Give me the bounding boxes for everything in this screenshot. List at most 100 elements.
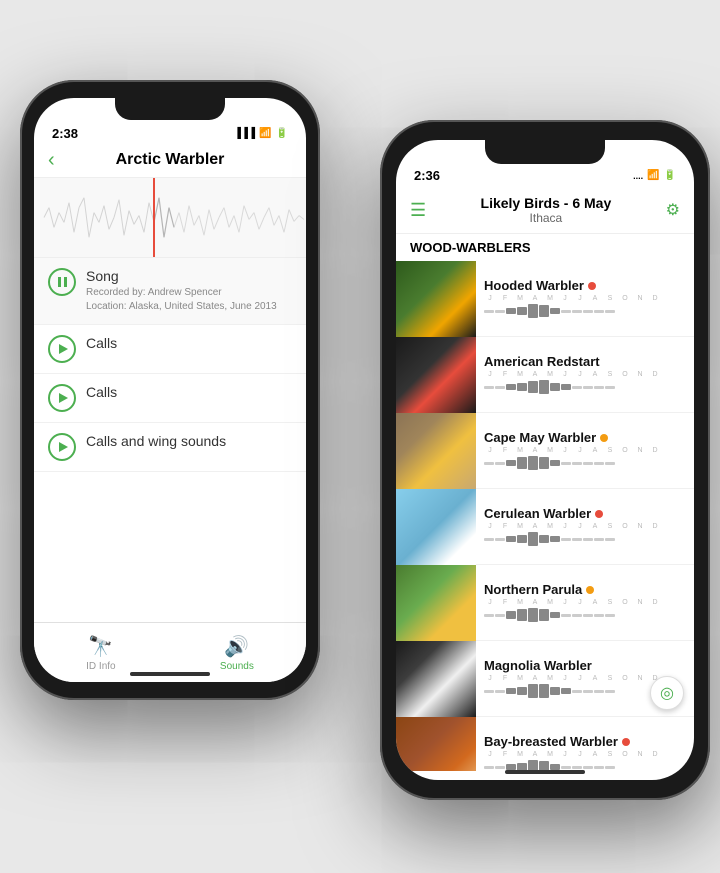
freq-bar: [528, 456, 538, 470]
month-letter: M: [544, 599, 556, 606]
hamburger-icon[interactable]: ☰: [410, 201, 426, 219]
freq-bar: [605, 690, 615, 693]
freq-bar: [572, 614, 582, 617]
freq-bar: [594, 690, 604, 693]
freq-bar: [528, 532, 538, 546]
right-phone: 2:36 .... 📶 🔋 ☰ Likely Birds - 6 May Ith…: [380, 120, 710, 800]
month-letters: JFMAMJJASOND: [484, 751, 686, 758]
back-button[interactable]: ‹: [48, 149, 55, 172]
month-letter: J: [484, 599, 496, 606]
freq-bar: [550, 536, 560, 542]
month-letter: A: [589, 599, 601, 606]
freq-bar: [561, 384, 571, 390]
month-letter: J: [574, 675, 586, 682]
freq-bar: [517, 457, 527, 468]
bird-name: Magnolia Warbler: [484, 658, 592, 673]
calls-track-1[interactable]: Calls: [34, 325, 306, 374]
freq-bar: [506, 384, 516, 390]
wing-sounds-label: Calls and wing sounds: [86, 433, 292, 449]
status-dot: [586, 586, 594, 594]
month-letter: A: [589, 751, 601, 758]
month-letter: N: [634, 447, 646, 454]
freq-bar: [506, 460, 516, 466]
bird-name-row: Cape May Warbler: [484, 430, 686, 445]
freq-bar: [594, 462, 604, 465]
right-wifi-icon: 📶: [647, 170, 659, 181]
month-letter: D: [649, 599, 661, 606]
month-letter: F: [499, 447, 511, 454]
freq-bar: [605, 766, 615, 769]
freq-bar: [506, 308, 516, 314]
play-button-1[interactable]: [48, 335, 76, 363]
frequency-bars: [484, 379, 686, 395]
location-icon: ◎: [660, 683, 674, 703]
pause-button[interactable]: [48, 268, 76, 296]
bird-photo: [396, 641, 476, 717]
month-letter: S: [604, 751, 616, 758]
bird-photo: [396, 565, 476, 641]
month-letter: M: [514, 523, 526, 530]
month-letters: JFMAMJJASOND: [484, 523, 686, 530]
song-label: Song: [86, 268, 292, 284]
filter-icon[interactable]: ⚙: [666, 200, 680, 220]
month-letter: F: [499, 751, 511, 758]
bird-name-row: Northern Parula: [484, 582, 686, 597]
freq-bar: [561, 766, 571, 769]
month-letter: M: [544, 295, 556, 302]
header-center: Likely Birds - 6 May Ithaca: [481, 195, 612, 225]
freq-bar: [572, 538, 582, 541]
status-dot: [595, 510, 603, 518]
freq-bar: [506, 764, 516, 770]
month-letter: M: [514, 751, 526, 758]
month-letter: J: [484, 371, 496, 378]
right-main-title: Likely Birds - 6 May: [481, 195, 612, 211]
sounds-icon: 🔊: [224, 634, 249, 659]
month-letter: F: [499, 371, 511, 378]
freq-bar: [517, 535, 527, 543]
freq-bar: [583, 462, 593, 465]
bird-name: Bay-breasted Warbler: [484, 734, 618, 749]
freq-bar: [539, 535, 549, 543]
freq-bar: [561, 614, 571, 617]
freq-bar: [495, 690, 505, 693]
freq-bar: [539, 609, 549, 620]
bird-photo: [396, 337, 476, 413]
left-header: ‹ Arctic Warbler: [34, 147, 306, 178]
month-letter: S: [604, 675, 616, 682]
location-fab[interactable]: ◎: [650, 676, 684, 710]
freq-bar: [528, 684, 538, 698]
list-item[interactable]: Cape May WarblerJFMAMJJASOND: [396, 413, 694, 489]
list-item[interactable]: Hooded WarblerJFMAMJJASOND: [396, 261, 694, 337]
play-button-3[interactable]: [48, 433, 76, 461]
left-screen: 2:38 ▐▐▐ 📶 🔋 ‹ Arctic Warbler: [34, 98, 306, 682]
freq-bar: [550, 764, 560, 770]
month-letter: S: [604, 447, 616, 454]
list-item[interactable]: Cerulean WarblerJFMAMJJASOND: [396, 489, 694, 565]
month-letter: J: [484, 675, 496, 682]
freq-bar: [561, 538, 571, 541]
freq-bar: [572, 386, 582, 389]
month-letter: F: [499, 599, 511, 606]
list-item[interactable]: Magnolia WarblerJFMAMJJASOND: [396, 641, 694, 717]
freq-bar: [550, 383, 560, 391]
calls-track-2[interactable]: Calls: [34, 374, 306, 423]
play-icon-1: [59, 344, 68, 354]
tab-sounds[interactable]: 🔊 Sounds: [220, 634, 254, 672]
month-letter: O: [619, 295, 631, 302]
list-item[interactable]: Northern ParulaJFMAMJJASOND: [396, 565, 694, 641]
wing-sounds-track[interactable]: Calls and wing sounds: [34, 423, 306, 472]
month-letter: A: [529, 675, 541, 682]
freq-bar: [484, 614, 494, 617]
play-button-2[interactable]: [48, 384, 76, 412]
month-letter: M: [544, 447, 556, 454]
list-item[interactable]: Bay-breasted WarblerJFMAMJJASOND: [396, 717, 694, 771]
status-dot: [588, 282, 596, 290]
song-track[interactable]: Song Recorded by: Andrew Spencer Locatio…: [34, 258, 306, 325]
month-letter: J: [484, 523, 496, 530]
freq-bar: [550, 460, 560, 466]
tab-id-info[interactable]: 🔭 ID Info: [86, 634, 115, 672]
list-item[interactable]: American RedstartJFMAMJJASOND: [396, 337, 694, 413]
month-letter: J: [559, 295, 571, 302]
waveform-area[interactable]: [34, 178, 306, 258]
play-icon-3: [59, 442, 68, 452]
